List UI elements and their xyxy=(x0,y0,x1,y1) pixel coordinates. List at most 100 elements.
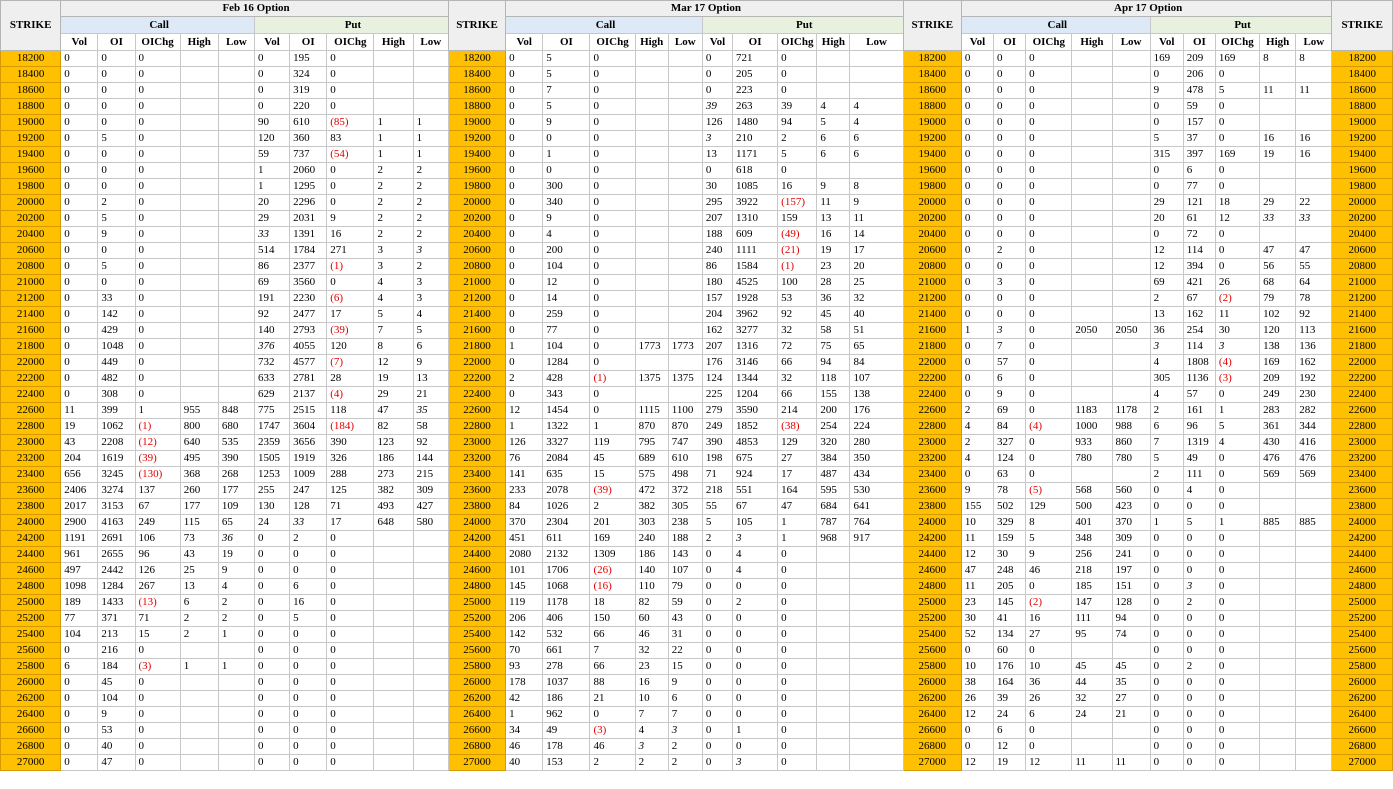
value-cell: 6 xyxy=(289,578,328,595)
value-cell: 55 xyxy=(1295,258,1333,275)
value-cell: 1 xyxy=(731,722,779,739)
value-cell: 2080 xyxy=(505,546,544,563)
value-cell xyxy=(667,226,703,243)
value-cell: 14 xyxy=(542,290,591,307)
value-cell: 2691 xyxy=(97,530,136,547)
value-cell xyxy=(179,754,219,771)
value-cell: 0 xyxy=(253,50,291,67)
value-cell: 680 xyxy=(217,418,255,435)
strike-cell: 25000 xyxy=(0,594,62,611)
value-cell: 79 xyxy=(667,578,703,595)
value-cell: 0 xyxy=(589,114,636,131)
strike-cell: 24200 xyxy=(447,530,507,547)
value-cell: 17 xyxy=(326,514,375,531)
value-cell: 2 xyxy=(634,754,669,771)
value-cell: 1480 xyxy=(731,114,779,131)
value-cell: 0 xyxy=(1025,130,1073,147)
value-cell: 145 xyxy=(993,594,1027,611)
value-cell xyxy=(179,690,219,707)
value-cell xyxy=(816,66,851,83)
value-cell: 1 xyxy=(412,130,449,147)
strike-cell: 18800 xyxy=(902,98,962,115)
value-cell: 0 xyxy=(731,738,779,755)
strike-cell: 22400 xyxy=(1331,386,1393,403)
value-cell: 4 xyxy=(816,98,851,115)
value-cell: 0 xyxy=(1025,402,1073,419)
value-cell: 11 xyxy=(960,530,995,547)
value-cell: 629 xyxy=(253,386,291,403)
value-cell: 197 xyxy=(1111,562,1151,579)
value-cell: 29 xyxy=(1259,194,1297,211)
value-cell: 128 xyxy=(289,498,328,515)
value-cell: 145 xyxy=(505,578,544,595)
table-row: 25600 0 216 0 0 0 0 25600 70 661 7 32 22 0 0 0 25600 0 60 0… xyxy=(0,642,1393,659)
value-cell xyxy=(634,258,669,275)
value-cell: (1) xyxy=(777,258,818,275)
value-cell: 640 xyxy=(179,434,219,451)
table-row: 25800 6 184 (3) 1 1 0 0 0 25800 93 278 66 23 15 0 0 0 2580… xyxy=(0,658,1393,675)
strike-cell: 22600 xyxy=(0,402,62,419)
strike-cell: 18600 xyxy=(902,82,962,99)
value-cell: 0 xyxy=(993,82,1027,99)
value-cell: 1454 xyxy=(542,402,591,419)
subheader-oi: OI xyxy=(542,33,591,51)
value-cell: 0 xyxy=(134,322,181,339)
value-cell: 0 xyxy=(505,274,544,291)
value-cell: 2 xyxy=(589,498,636,515)
value-cell xyxy=(412,642,449,659)
value-cell xyxy=(179,194,219,211)
value-cell: 0 xyxy=(505,162,544,179)
value-cell: 0 xyxy=(505,194,544,211)
value-cell: 16 xyxy=(1259,130,1297,147)
value-cell: 11 xyxy=(1295,82,1333,99)
value-cell: (49) xyxy=(777,226,818,243)
value-cell: 58 xyxy=(816,322,851,339)
value-cell: 59 xyxy=(253,146,291,163)
value-cell: 36 xyxy=(1025,674,1073,691)
value-cell: 0 xyxy=(134,178,181,195)
value-cell: 209 xyxy=(1182,50,1216,67)
value-cell: 350 xyxy=(849,450,904,467)
value-cell: 4 xyxy=(849,98,904,115)
value-cell xyxy=(667,322,703,339)
value-cell xyxy=(1259,178,1297,195)
value-cell: 9 xyxy=(667,674,703,691)
value-cell: 0 xyxy=(1025,578,1073,595)
value-cell: 0 xyxy=(97,66,136,83)
value-cell: 255 xyxy=(253,482,291,499)
value-cell xyxy=(849,66,904,83)
value-cell: 115 xyxy=(179,514,219,531)
value-cell: 0 xyxy=(589,98,636,115)
value-cell: 22 xyxy=(667,642,703,659)
table-row: 19800 0 0 0 1 1295 0 2 2 19800 0 300 0 30 1085 16 9 8 1980… xyxy=(0,178,1393,195)
value-cell: 186 xyxy=(634,546,669,563)
value-cell: 71 xyxy=(326,498,375,515)
value-cell xyxy=(634,290,669,307)
value-cell xyxy=(1111,82,1151,99)
value-cell: 0 xyxy=(993,114,1027,131)
value-cell: 4 xyxy=(412,306,449,323)
value-cell: 29 xyxy=(373,386,414,403)
strike-cell: 19600 xyxy=(447,162,507,179)
value-cell: 0 xyxy=(993,194,1027,211)
value-cell xyxy=(849,562,904,579)
value-cell: 300 xyxy=(542,178,591,195)
value-cell: 416 xyxy=(1295,434,1333,451)
value-cell: 0 xyxy=(1025,274,1073,291)
value-cell: 218 xyxy=(701,482,734,499)
value-cell: 0 xyxy=(60,706,99,723)
value-cell: 0 xyxy=(1025,226,1073,243)
value-cell: 7 xyxy=(1149,434,1184,451)
value-cell: 0 xyxy=(1149,178,1184,195)
value-cell: 68 xyxy=(1259,274,1297,291)
value-cell: 580 xyxy=(412,514,449,531)
value-cell: 142 xyxy=(505,626,544,643)
value-cell: 0 xyxy=(505,354,544,371)
value-cell: 210 xyxy=(731,130,779,147)
strike-cell: 25800 xyxy=(1331,658,1393,675)
strike-cell: 19400 xyxy=(902,146,962,163)
value-cell: 0 xyxy=(1025,738,1073,755)
value-cell: 4 xyxy=(960,418,995,435)
value-cell: 5 xyxy=(542,50,591,67)
value-cell: 11 xyxy=(849,210,904,227)
